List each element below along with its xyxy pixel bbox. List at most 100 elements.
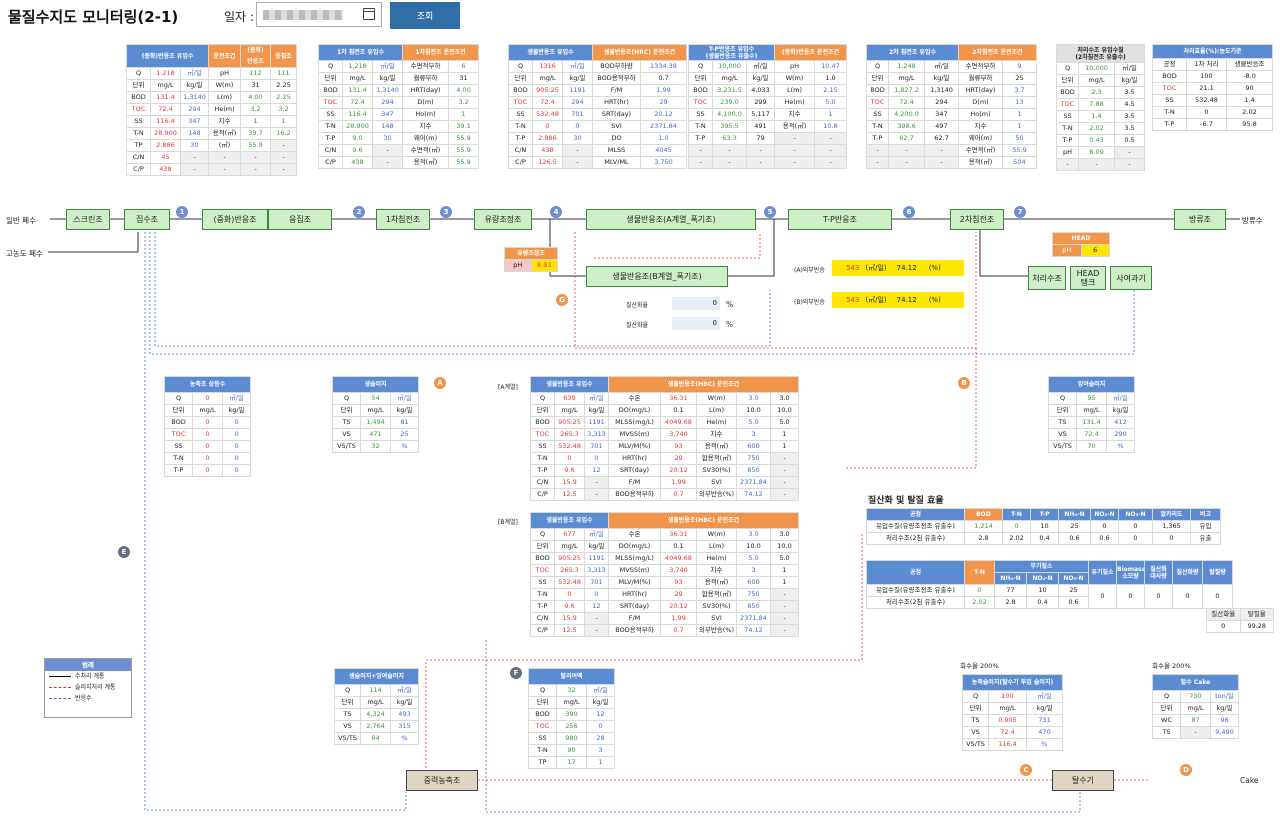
nitrification-table-row: 처리수조(2침 유출수) 2.8 2.02 0.4 0.6 0.6 0 0 유출 [866, 532, 1221, 545]
table-cell: He(m) [208, 103, 241, 116]
table-cell: 3 [585, 744, 616, 757]
table-cell: 5,117 [746, 108, 775, 121]
table-row: 00000 [1088, 584, 1233, 609]
table-cell: 0 [192, 440, 223, 453]
tp-inflow-table-row: SS 4,100.0 5,117 지수 1 [688, 108, 848, 121]
bio-a-tank[interactable]: 생물반응조(A계열_폭기조) [586, 209, 756, 230]
table-cell: - [372, 156, 403, 169]
table-cell: 3,313 [584, 564, 609, 577]
table-cell: 2.8 [994, 596, 1027, 609]
table-cell: 유입수질(유량조정조 유출수) [866, 584, 965, 597]
table-cell: - [562, 144, 593, 157]
table-cell: mg/L [360, 696, 391, 709]
thickened-sludge-table-row: VS 72.4 470 [962, 726, 1064, 739]
table-cell: 1차 처리 [1186, 58, 1227, 71]
bio-a-table-header-0: 생물반응조 유입수 [530, 376, 609, 393]
table-cell: TS [334, 708, 361, 721]
table-cell: Q [508, 60, 533, 73]
table-cell: Q [866, 60, 889, 73]
table-cell: - [270, 151, 297, 164]
point-marker-f: F [510, 667, 522, 679]
point-marker-d: D [1180, 764, 1192, 776]
table-cell: 1.99 [640, 84, 687, 97]
table-cell: MVSS(m) [608, 428, 661, 441]
table-cell: 99.28 [1239, 620, 1274, 633]
table-cell: 1,3140 [180, 91, 209, 104]
table-cell: - [770, 488, 799, 501]
table-cell: SV30(%) [696, 464, 737, 477]
table-cell: - [562, 156, 593, 169]
bio-inflow-table-row: C/N 438- MLSS 4045 [508, 144, 687, 157]
discharge-tank[interactable]: 방류조 [1174, 209, 1226, 230]
table-row: 탈리여액 [527, 668, 616, 685]
table-cell: 0.43 [1078, 134, 1115, 147]
point-marker-c: C [1020, 764, 1032, 776]
table-cell: - [770, 588, 799, 601]
table-cell: 55.9 [448, 132, 479, 145]
table-cell: W(m) [696, 392, 737, 405]
sand-filter[interactable]: 사여과기 [1110, 266, 1152, 290]
table-cell: Q [1056, 62, 1079, 75]
table-cell: 단위 [962, 702, 989, 715]
head-tank[interactable]: HEAD 탱크 [1070, 266, 1106, 290]
neutral-tank[interactable]: (중화)반응조 [202, 209, 268, 230]
table-cell: T-N [1152, 106, 1187, 119]
secondary-inflow-table: 2차 침전조 유입수 2차침전조 운전조건 Q 1,248 ㎥/일 수면적부하 9 단위 mg/… [866, 44, 1037, 169]
thickened-sludge-table-row: Q 100 ㎥/일 [962, 690, 1064, 703]
table-cell: 45 [150, 151, 181, 164]
bio-b-table-row: C/N 15.9- F/M 1.99 SVI 2371.84- [530, 612, 799, 625]
table-cell: 29 [660, 452, 697, 465]
excess-sludge-table-row: VS/TS 70% [1048, 440, 1136, 453]
primary-inflow-table-row: Q 1,218 ㎥/일 수면적부하 6 [318, 60, 479, 73]
table-cell: TS [1152, 726, 1181, 739]
table-cell: 1 [770, 428, 799, 441]
table-cell: 질산화 대사량 [1144, 560, 1173, 585]
mixed-sludge-table-row: VS 2,764 315 [334, 720, 420, 733]
table-cell: Q [1152, 690, 1181, 703]
table-cell: 31 [240, 79, 271, 92]
tp-tank[interactable]: T-P반응조 [788, 209, 892, 230]
table-cell: ㎥/일 [746, 60, 775, 73]
thickener-supernatant-table-row: SS 0 0 [164, 440, 252, 453]
recovery-rate-label-2: 회수율 200% [1152, 662, 1191, 670]
table-row: T-P반응조 유입수 (생물반응조 유출수) (중화)반응조 운전조건 [688, 44, 848, 61]
primary-clarifier[interactable]: 1차침전조 [376, 209, 430, 230]
coag-tank[interactable]: 응집조 [268, 209, 332, 230]
table-cell: 62.7 [924, 132, 959, 145]
eq-tank[interactable]: 유량조정조 [474, 209, 532, 230]
secondary-inflow-table-row: BOD 1,827.2 1,3140 HRT(day) 3.7 [866, 84, 1037, 97]
table-row: 농축슬러지(탈수기 투입 슬러지) [961, 674, 1064, 691]
table-cell: BOD [530, 552, 555, 565]
table-cell: BOD부하량 [592, 60, 641, 73]
table-cell: 70 [1076, 440, 1107, 453]
primary-inflow-table-header-0: 1차 침전조 유입수 [318, 44, 403, 61]
secondary-clarifier[interactable]: 2차침전조 [950, 209, 1004, 230]
thickened-sludge-table-row: TS 0.905 731 [962, 714, 1064, 727]
table-cell: C/N [318, 144, 343, 157]
table-cell: 0 [1116, 584, 1145, 609]
table-cell: 2371.84 [640, 120, 687, 133]
table-cell: D(m) [402, 96, 449, 109]
collect-tank[interactable]: 집수조 [124, 209, 170, 230]
screen-tank[interactable]: 스크린조 [66, 209, 110, 230]
table-cell: -6.7 [1186, 118, 1227, 131]
bio-a-table-row: T-N 0 0 HRT(hr) 29 합용적(㎥) 750- [530, 452, 799, 465]
table-cell: Q [688, 60, 713, 73]
table-cell: 0.7 [640, 72, 687, 85]
table-cell: 2371.84 [736, 612, 771, 625]
table-cell: 공정 [1152, 58, 1187, 71]
gravity-thickener[interactable]: 중력농축조 [406, 770, 478, 791]
nitrification-table-header-2: T-N [1002, 508, 1031, 521]
table-cell: 4.00 [448, 84, 479, 97]
table-cell: 1191 [584, 552, 609, 565]
treated-tank[interactable]: 처리수조 [1028, 266, 1066, 290]
table-cell: DO [592, 132, 641, 145]
table-cell: - [770, 600, 799, 613]
nitrification-table-header-3: T-P [1030, 508, 1059, 521]
filtrate-table-row: 단위 mg/L kg/일 [528, 696, 616, 709]
treated-inflow-table-row: TOC 7.88 4.5 [1056, 98, 1146, 111]
primary-inflow-table-row: C/P 438- 용적(㎥) 55.9 [318, 156, 479, 169]
bio-b-tank[interactable]: 생물반응조(B계열_폭기조) [586, 266, 728, 287]
table-cell: 7.88 [1078, 98, 1115, 111]
dewatering-machine[interactable]: 탈수기 [1052, 770, 1114, 791]
